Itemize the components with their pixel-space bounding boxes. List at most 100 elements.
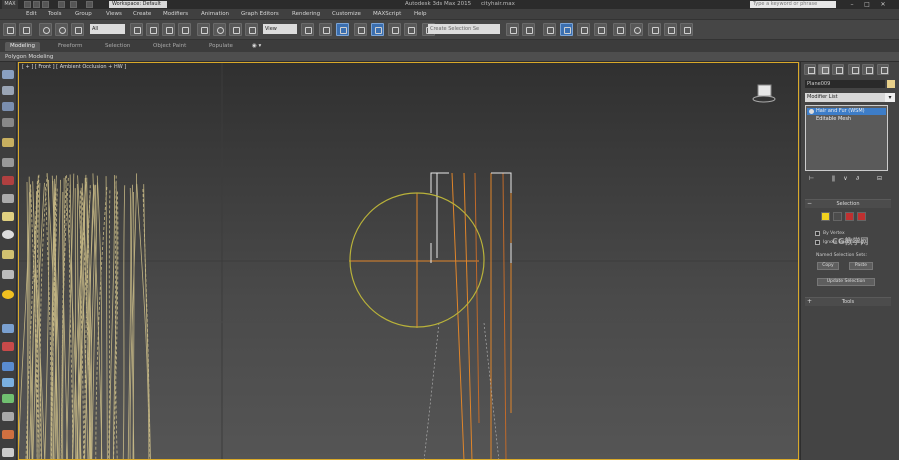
show-end-result-icon[interactable]: ǁ [829,174,838,183]
tab-freeform[interactable]: Freeform [53,42,88,51]
helper-icon[interactable] [2,176,14,185]
workspace-dropdown[interactable]: Workspace: Default [109,1,167,8]
select-by-name-icon[interactable] [146,23,159,36]
angle-snap-icon[interactable] [371,23,384,36]
select-object-icon[interactable] [130,23,143,36]
tab-populate[interactable]: Populate [204,42,238,51]
vertex-subobject-icon[interactable] [833,212,842,221]
mirror-icon[interactable] [506,23,519,36]
curve-editor-icon[interactable] [594,23,607,36]
menu-group[interactable]: Group [75,9,92,20]
viewcube[interactable] [752,83,776,103]
scene-explorer-icon[interactable] [543,23,556,36]
open-file-icon[interactable] [33,1,40,8]
schematic-view-icon[interactable] [613,23,626,36]
menu-animation[interactable]: Animation [201,9,229,20]
hierarchy-tab-icon[interactable] [832,64,844,75]
save-file-icon[interactable] [42,1,49,8]
polygon-subobject-icon[interactable] [845,212,854,221]
tab-selection[interactable]: Selection [100,42,135,51]
tab-object-paint[interactable]: Object Paint [148,42,191,51]
modifier-icon[interactable] [2,342,14,351]
motion-tab-icon[interactable] [848,64,860,75]
selection-filter-dropdown[interactable]: All [90,24,125,34]
menu-modifiers[interactable]: Modifiers [163,9,188,20]
make-unique-icon[interactable]: ∨ [841,174,850,183]
rendered-frame-window-icon[interactable] [664,23,677,36]
project-folder-icon[interactable] [86,1,93,8]
torus-icon[interactable] [2,250,14,259]
paste-button[interactable]: Paste [849,262,873,270]
reference-coordinate-dropdown[interactable]: View [263,24,297,34]
ribbon-panel-label[interactable]: Polygon Modeling [5,52,53,62]
object-name-field[interactable]: Plane009 [805,80,885,88]
align-icon[interactable] [522,23,535,36]
menu-edit[interactable]: Edit [26,9,37,20]
chevron-down-icon[interactable]: ▾ [885,93,895,102]
undo-icon[interactable] [58,1,65,8]
redo-icon[interactable] [70,1,77,8]
move-icon[interactable] [197,23,210,36]
shape-icon[interactable] [2,362,14,371]
pivot-center-icon[interactable] [301,23,314,36]
layers-icon[interactable] [2,118,14,127]
lightbulb-icon[interactable] [809,109,814,114]
minimize-button[interactable]: – [846,1,858,8]
redo-tool-icon[interactable] [19,23,32,36]
rectangular-selection-icon[interactable] [162,23,175,36]
percent-snap-icon[interactable] [388,23,401,36]
paint-icon[interactable] [2,430,14,439]
render-setup-icon[interactable] [648,23,661,36]
utilities-tab-icon[interactable] [877,64,889,75]
particle-icon[interactable] [2,394,14,403]
grid-icon[interactable] [2,102,14,111]
sun-icon[interactable] [2,290,14,299]
app-menu-button[interactable]: MAX [2,0,18,9]
menu-help[interactable]: Help [414,9,427,20]
cone-icon[interactable] [2,270,14,279]
material-editor-icon[interactable] [630,23,643,36]
configure-modifier-sets-icon[interactable]: ⊟ [875,174,884,183]
undo-tool-icon[interactable] [3,23,16,36]
camera-icon[interactable] [2,158,14,167]
menu-views[interactable]: Views [106,9,122,20]
scale-icon[interactable] [229,23,242,36]
front-viewport[interactable]: [ + ] [ Front ] [ Ambient Occlusion + HW… [18,62,799,460]
keyboard-shortcut-toggle-icon[interactable] [336,23,349,36]
select-manipulate-icon[interactable] [319,23,332,36]
new-file-icon[interactable] [24,1,31,8]
update-selection-button[interactable]: Update Selection [817,278,875,286]
element-subobject-icon[interactable] [857,212,866,221]
light-icon[interactable] [2,138,14,147]
snaps-toggle-icon[interactable] [354,23,367,36]
search-input[interactable]: Type a keyword or phrase [750,1,836,8]
menu-tools[interactable]: Tools [48,9,62,20]
layer-explorer-icon[interactable] [560,23,573,36]
bind-space-warp-icon[interactable] [71,23,84,36]
tube-icon[interactable] [2,324,14,333]
menu-create[interactable]: Create [133,9,151,20]
display-tab-icon[interactable] [862,64,874,75]
modifier-list-dropdown[interactable]: Modifier List [805,93,885,102]
create-tab-icon[interactable] [804,64,816,75]
spinner-snap-icon[interactable] [404,23,417,36]
object-color-swatch[interactable] [887,80,895,88]
close-button[interactable]: ✕ [877,1,889,8]
stack-item-hair-and-fur[interactable]: Hair and Fur (WSM) [807,108,886,115]
box-primitive-icon[interactable] [2,86,14,95]
sphere-primitive-icon[interactable] [2,70,14,79]
cylinder-icon[interactable] [2,230,14,239]
plane-icon[interactable] [2,212,14,221]
unlink-icon[interactable] [55,23,68,36]
ribbon-options-icon[interactable]: ◉ ▾ [247,42,266,51]
menu-rendering[interactable]: Rendering [292,9,320,20]
place-icon[interactable] [245,23,258,36]
modify-tab-icon[interactable] [818,64,830,75]
remove-modifier-icon[interactable]: ∂ [853,174,862,183]
compound-icon[interactable] [2,378,14,387]
system-icon[interactable] [2,412,14,421]
selection-rollout-header[interactable]: − Selection [805,200,891,208]
render-production-icon[interactable] [680,23,693,36]
rotate-icon[interactable] [213,23,226,36]
tab-modeling[interactable]: Modeling [5,42,41,51]
